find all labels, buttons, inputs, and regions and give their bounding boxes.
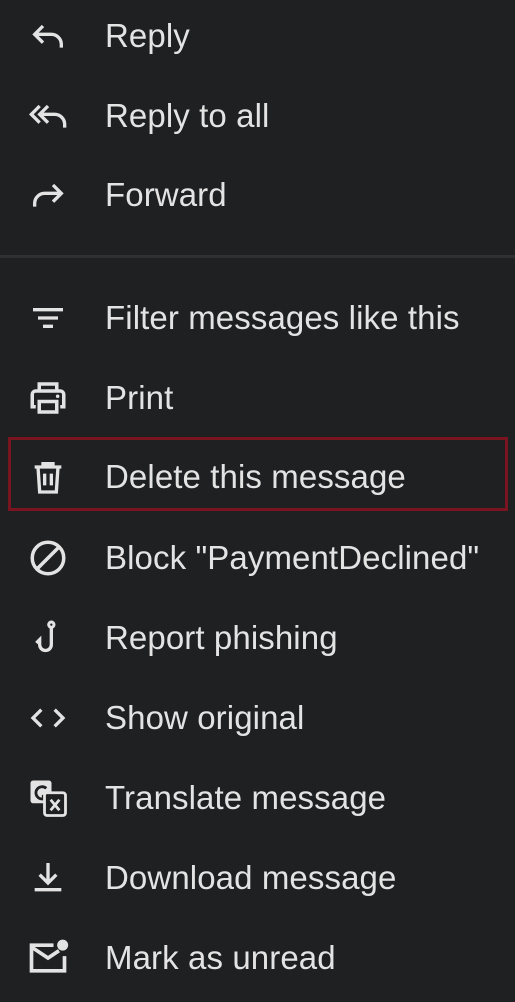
menu-item-label: Translate message: [105, 779, 387, 816]
menu-item-download[interactable]: Download message: [0, 838, 515, 918]
menu-item-label: Forward: [105, 176, 227, 213]
menu-divider: [0, 255, 515, 258]
menu-item-mark-unread[interactable]: Mark as unread: [0, 918, 515, 998]
menu-item-label: Print: [105, 379, 174, 416]
menu-item-delete[interactable]: Delete this message: [0, 437, 515, 517]
menu-item-label: Block "PaymentDeclined": [105, 539, 480, 576]
menu-item-translate[interactable]: Translate message: [0, 758, 515, 838]
menu-item-label: Delete this message: [105, 458, 406, 495]
download-icon: [26, 856, 70, 900]
menu-item-label: Filter messages like this: [105, 299, 460, 336]
menu-item-label: Reply to all: [105, 97, 270, 134]
code-icon: [26, 696, 70, 740]
block-icon: [26, 536, 70, 580]
menu-item-filter[interactable]: Filter messages like this: [0, 278, 515, 358]
hook-icon: [26, 616, 70, 660]
menu-item-reply[interactable]: Reply: [0, 0, 515, 76]
mark-unread-icon: [26, 936, 70, 980]
menu-item-label: Reply: [105, 17, 190, 54]
menu-item-label: Report phishing: [105, 619, 338, 656]
trash-icon: [26, 455, 70, 499]
reply-all-icon: [26, 94, 70, 138]
menu-item-label: Download message: [105, 859, 397, 896]
forward-icon: [26, 173, 70, 217]
menu-item-reply-all[interactable]: Reply to all: [0, 76, 515, 156]
message-actions-menu: Reply Reply to all Forward Filter messag…: [0, 0, 515, 1002]
translate-icon: [26, 776, 70, 820]
filter-icon: [26, 296, 70, 340]
menu-item-report-phishing[interactable]: Report phishing: [0, 598, 515, 678]
menu-item-print[interactable]: Print: [0, 358, 515, 438]
menu-item-block-sender[interactable]: Block "PaymentDeclined": [0, 518, 515, 598]
reply-icon: [26, 14, 70, 58]
menu-item-label: Mark as unread: [105, 939, 336, 976]
print-icon: [26, 376, 70, 420]
menu-item-forward[interactable]: Forward: [0, 155, 515, 235]
menu-item-show-original[interactable]: Show original: [0, 678, 515, 758]
menu-item-label: Show original: [105, 699, 305, 736]
